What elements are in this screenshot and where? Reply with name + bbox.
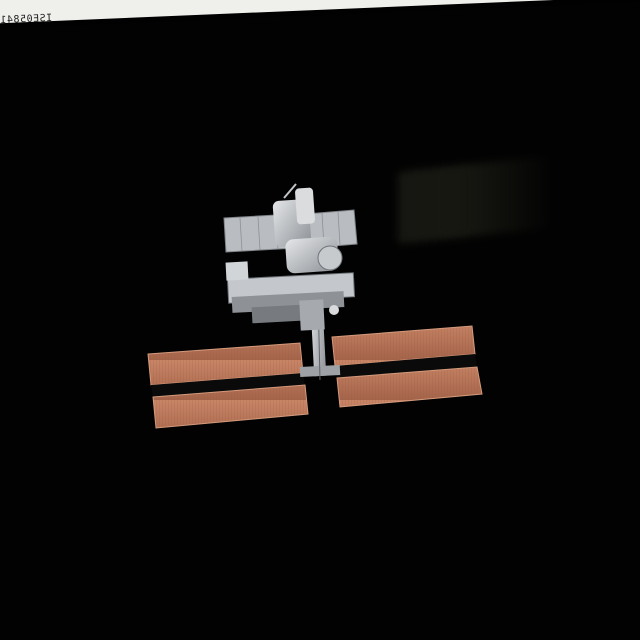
space-station-icon (147, 183, 483, 429)
station-modules (225, 183, 356, 331)
photo-frame: ISE05841 (0, 0, 640, 640)
right-solar-array (331, 325, 483, 408)
left-solar-array (147, 342, 309, 429)
